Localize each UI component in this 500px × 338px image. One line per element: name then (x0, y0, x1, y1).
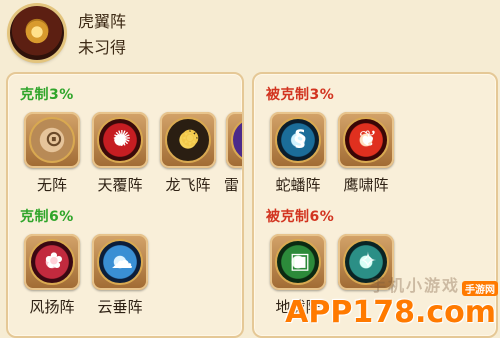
formation-label: 鹰啸阵 (343, 176, 389, 194)
formation-label: 风扬阵 (29, 298, 75, 316)
watermark-tag: 手游网 (462, 281, 498, 296)
emblem-core (24, 19, 50, 45)
formation-tile: ✦ (226, 112, 242, 168)
formation-label: 蛇蟠阵 (275, 176, 321, 194)
formation-item-shepan[interactable]: § 蛇蟠阵 (270, 112, 334, 200)
formation-tile: ☁ (92, 234, 148, 290)
counters-panel: 克制3% ⊙ 无阵 ✺ 天覆阵 ❂ 龙飞阵 ✦ 雷 (6, 72, 244, 338)
formation-tile: § (270, 112, 326, 168)
wind-rise-icon: ✿ (29, 239, 75, 285)
formation-tile: ❦ (338, 112, 394, 168)
coiled-snake-icon: § (275, 117, 321, 163)
countered-by-3-title: 被克制3% (266, 87, 335, 103)
formation-label: 无阵 (36, 176, 67, 194)
formation-item-tianfu[interactable]: ✺ 天覆阵 (92, 112, 156, 200)
formation-tile: ✺ (92, 112, 148, 168)
site-watermark: 手机小游戏 手游网 APP178.com (285, 276, 500, 334)
formation-tile: ❂ (160, 112, 216, 168)
formation-label: 龙飞阵 (165, 176, 211, 194)
formation-item-lei[interactable]: ✦ 雷 (224, 112, 242, 200)
tiger-wing-formation-icon (10, 6, 64, 60)
formation-item-wuzhen[interactable]: ⊙ 无阵 (24, 112, 88, 200)
formation-item-fengyang[interactable]: ✿ 风扬阵 (24, 234, 88, 322)
formation-header: 虎翼阵 未习得 (0, 0, 500, 70)
formation-item-yunchui[interactable]: ☁ 云垂阵 (92, 234, 156, 322)
lock-icon: ⊙ (29, 117, 75, 163)
counters-3-title: 克制3% (20, 87, 74, 103)
flying-dragon-icon: ❂ (165, 117, 211, 163)
countered-by-6-title: 被克制6% (266, 209, 335, 225)
watermark-faint-text: 手机小游戏 (369, 276, 460, 295)
watermark-site: APP178.com (285, 295, 496, 330)
formation-label: 云垂阵 (97, 298, 143, 316)
formation-tile: ⊙ (24, 112, 80, 168)
formation-tile: ✿ (24, 234, 80, 290)
formation-label: 雷 (224, 176, 240, 194)
formation-item-yingxiao[interactable]: ❦ 鹰啸阵 (338, 112, 402, 200)
formation-status: 未习得 (78, 38, 127, 57)
eagle-cry-icon: ❦ (343, 117, 389, 163)
cloud-hang-icon: ☁ (97, 239, 143, 285)
formation-item-longfei[interactable]: ❂ 龙飞阵 (160, 112, 224, 200)
thunder-icon: ✦ (231, 117, 242, 163)
formation-name: 虎翼阵 (78, 12, 127, 31)
counters-6-title: 克制6% (20, 209, 74, 225)
formation-label: 天覆阵 (97, 176, 143, 194)
heaven-cover-icon: ✺ (97, 117, 143, 163)
